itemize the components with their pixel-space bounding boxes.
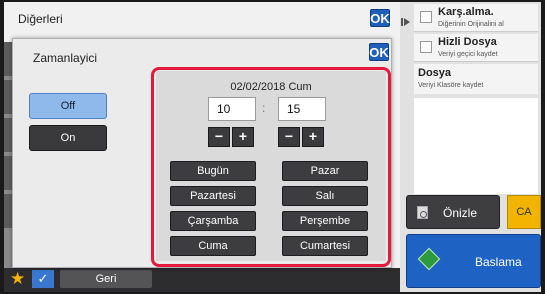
option-receive-original[interactable]: Karş.alma. Diğerinin Orijinalini al [414,4,538,32]
option-title: Dosya [418,67,452,79]
option-subtitle: Diğerinin Orijinalini al [438,21,504,28]
checkmark-icon[interactable]: ✓ [32,270,54,288]
screen: Diğerleri OK Karş.alma. Diğerinin Orijin… [4,2,541,292]
timer-dialog: Zamanlayici OK Off On 02/02/2018 Cum 10 … [12,38,392,268]
on-button[interactable]: On [29,125,107,151]
option-subtitle: Veriyi geçici kaydet [438,51,498,58]
start-diamond-icon [417,247,441,271]
clear-all-button[interactable]: CA [507,195,541,229]
right-blank-area [414,98,538,194]
off-button[interactable]: Off [29,93,107,119]
panel-ok-button[interactable]: OK [370,9,390,27]
dialog-title: Zamanlayici [33,51,98,65]
highlight-frame [151,67,391,267]
option-file[interactable]: Dosya Veriyi Klasöre kaydet [414,64,538,94]
option-subtitle: Veriyi Klasöre kaydet [418,82,484,89]
start-button[interactable]: Baslama [406,234,541,288]
star-icon[interactable]: ★ [10,270,28,288]
preview-icon [417,206,428,219]
panel-title: Diğerleri [18,12,63,26]
preview-label: Önizle [443,206,478,220]
option-title: Karş.alma. [438,6,494,18]
checkbox[interactable] [420,41,432,53]
preview-button[interactable]: Önizle [406,195,500,229]
start-label: Baslama [475,255,522,269]
checkbox[interactable] [420,11,432,23]
option-quick-file[interactable]: Hizli Dosya Veriyi geçici kaydet [414,34,538,62]
collapse-arrow-icon[interactable] [401,18,410,26]
option-title: Hizli Dosya [438,36,497,48]
dialog-ok-button[interactable]: OK [369,43,389,61]
back-button[interactable]: Geri [60,270,152,288]
left-edge-strip [4,42,12,272]
